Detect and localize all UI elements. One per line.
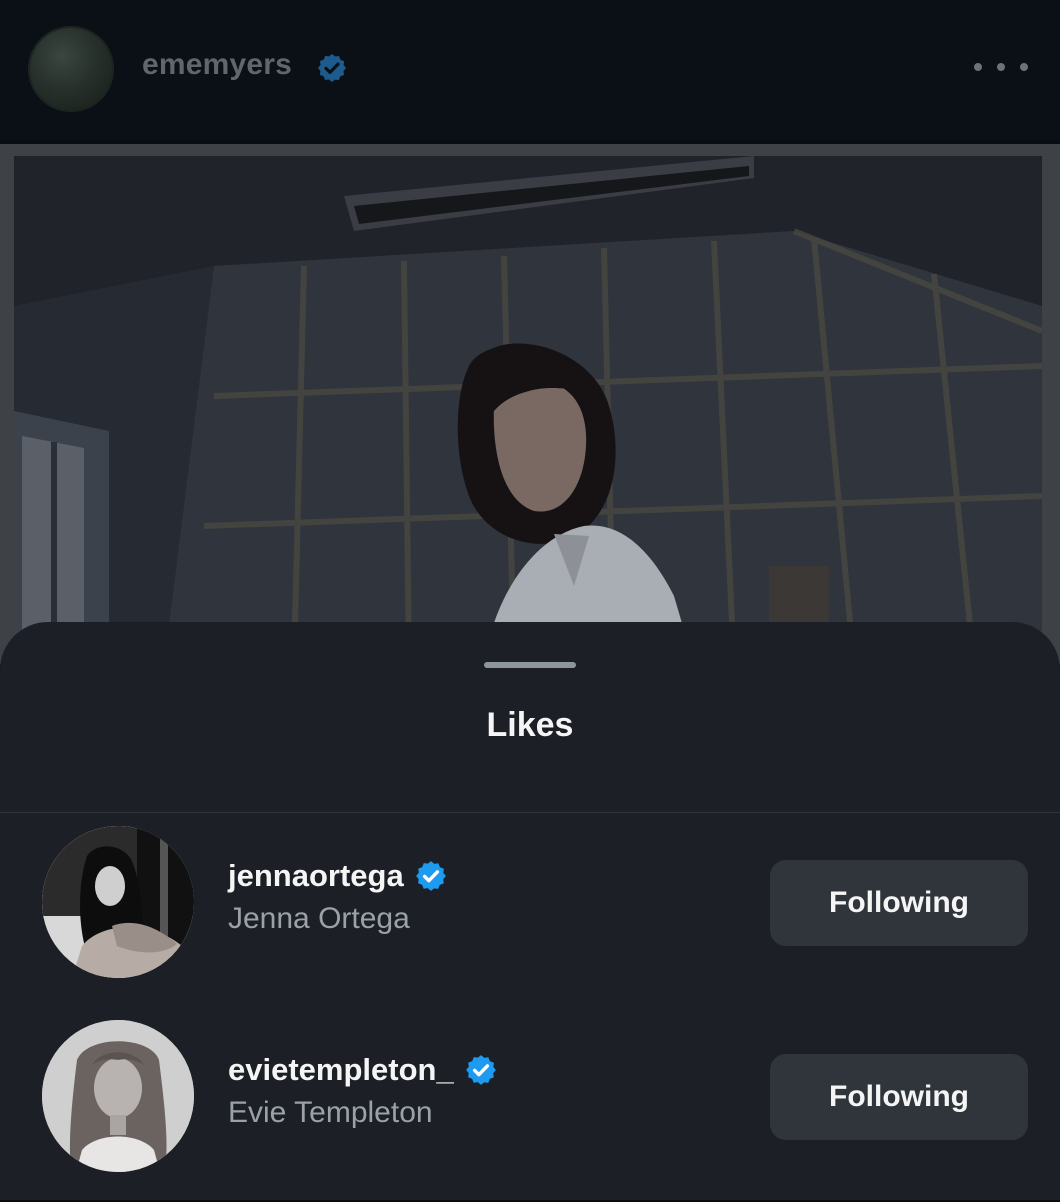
avatar[interactable] [42,826,194,978]
like-full-name: Evie Templeton [228,1096,433,1129]
verified-badge-icon [318,54,346,82]
post-header: ememyers [0,0,1060,140]
like-user-info[interactable]: jennaortega Jenna Ortega [228,856,448,936]
following-button[interactable]: Following [770,860,1028,946]
avatar[interactable] [42,1020,194,1172]
post-photo[interactable] [14,156,1042,664]
post-author-username[interactable]: ememyers [142,48,292,82]
more-options-icon[interactable] [974,52,1028,82]
divider [0,812,1060,813]
likes-list: jennaortega Jenna Ortega Following eviet… [0,814,1060,1202]
post-photo-frame [0,144,1060,664]
like-full-name: Jenna Ortega [228,902,410,935]
list-item[interactable]: evietempleton_ Evie Templeton Following [0,1008,1060,1202]
list-item[interactable]: jennaortega Jenna Ortega Following [0,814,1060,1008]
like-user-info[interactable]: evietempleton_ Evie Templeton [228,1050,498,1130]
sheet-drag-handle[interactable] [484,662,576,668]
post-author-avatar[interactable] [28,26,114,112]
sheet-title: Likes [486,706,574,744]
likes-sheet: Likes jennaortega Jenna Ortega Following… [0,622,1060,1200]
like-username[interactable]: evietempleton_ [228,1052,454,1088]
verified-badge-icon [465,1055,496,1085]
following-button[interactable]: Following [770,1054,1028,1140]
like-username[interactable]: jennaortega [228,858,404,894]
verified-badge-icon [415,861,446,891]
